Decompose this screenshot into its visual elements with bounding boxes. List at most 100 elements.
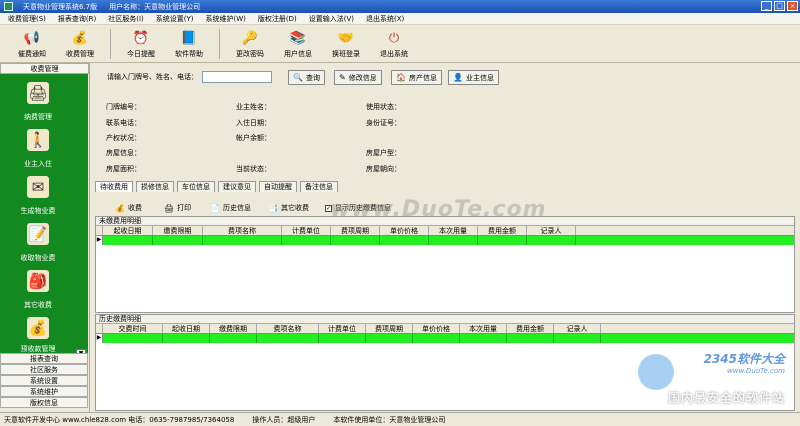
toolbar-separator: [110, 29, 111, 59]
col-period[interactable]: 费项周期: [331, 226, 380, 235]
sidebar-header[interactable]: 收费管理: [0, 63, 89, 74]
info-checkin-date-label: 入住日期：: [236, 119, 271, 127]
cell: [257, 334, 319, 343]
toolbar-change-password-button[interactable]: 🔑 更改密码: [226, 29, 274, 59]
col-price[interactable]: 单价价格: [380, 226, 429, 235]
sidebar-item-collect-fee[interactable]: 📝 收取物业费: [0, 223, 76, 263]
col-pay-time[interactable]: 交费时间: [103, 324, 163, 333]
col-period[interactable]: 费项周期: [366, 324, 413, 333]
tab-repair-info[interactable]: 损修信息: [136, 181, 174, 192]
info-current-status-label: 当前状态：: [236, 165, 271, 173]
menu-exit[interactable]: 退出系统(X): [366, 14, 404, 24]
history-grid-header: 交费时间 起收日期 缴费限期 费项名称 计费单位 费项周期 单价价格 本次用量 …: [96, 324, 794, 334]
search-input[interactable]: [202, 71, 272, 83]
sidebar-item-prepayment[interactable]: 💰 预收款管理: [0, 317, 76, 354]
toolbar-fee-management-button[interactable]: 💰 收费管理: [56, 29, 104, 59]
property-info-button-label: 房产信息: [408, 73, 437, 82]
toolbar-label: 用户信息: [284, 50, 312, 58]
sidebar-item-owner-checkin[interactable]: 🚶 业主入住: [0, 129, 76, 169]
toolbar-exit-button[interactable]: ⏻ 退出系统: [370, 29, 418, 59]
query-button[interactable]: 🔍 查询: [288, 70, 325, 85]
tab-notes[interactable]: 备注信息: [300, 181, 338, 192]
col-price[interactable]: 单价价格: [413, 324, 460, 333]
table-row[interactable]: ▶: [96, 236, 794, 245]
minimize-button[interactable]: _: [761, 1, 772, 11]
col-amount[interactable]: 费用金额: [507, 324, 554, 333]
info-id-number-label: 身份证号：: [366, 119, 401, 127]
watermark-logo: [638, 354, 674, 390]
col-usage[interactable]: 本次用量: [460, 324, 507, 333]
sidebar-tab-report-query[interactable]: 报表查询: [0, 353, 88, 364]
col-fee-name[interactable]: 费项名称: [257, 324, 319, 333]
watermark-slogan: 国内最安全的软件站: [668, 391, 786, 405]
toolbar-today-reminder-button[interactable]: ⏰ 今日提醒: [117, 29, 165, 59]
sidebar-tab-system-maintenance[interactable]: 系统维护: [0, 386, 88, 397]
sidebar-item-pay-management[interactable]: 🖨 纳费管理: [0, 82, 76, 122]
tab-pending-fees[interactable]: 待收费用: [95, 181, 133, 192]
menu-copyright-register[interactable]: 版权注册(D): [258, 14, 297, 24]
col-recorder[interactable]: 记录人: [527, 226, 576, 235]
other-fee-icon: 📑: [268, 203, 278, 213]
menu-input-method[interactable]: 设置输入法(V): [309, 14, 354, 24]
col-unit[interactable]: 计费单位: [319, 324, 366, 333]
toolbar: 📢 催费通知 💰 收费管理 ⏰ 今日提醒 📘 软件帮助 🔑 更改密码 📚 用户信…: [0, 25, 800, 63]
col-recorder[interactable]: 记录人: [554, 324, 601, 333]
collect-action-label: 收费: [127, 204, 142, 212]
search-label: 请输入门牌号、姓名、电话：: [107, 73, 198, 81]
cell: [103, 236, 153, 245]
collect-icon: 💰: [115, 203, 125, 213]
col-start-date[interactable]: 起收日期: [163, 324, 210, 333]
col-usage[interactable]: 本次用量: [429, 226, 478, 235]
table-row[interactable]: ▶: [96, 334, 794, 343]
menu-community-service[interactable]: 社区服务(I): [108, 14, 144, 24]
info-door-number-label: 门牌编号：: [106, 103, 141, 111]
collect-action[interactable]: 💰 收费: [115, 203, 142, 213]
sidebar-tab-system-settings[interactable]: 系统设置: [0, 375, 88, 386]
owner-info-button[interactable]: 👤 业主信息: [448, 70, 499, 85]
alarm-clock-icon: ⏰: [132, 30, 150, 46]
unpaid-section-title: 未缴费用明细: [96, 217, 794, 226]
sidebar-item-label: 生成物业费: [20, 207, 56, 215]
col-fee-name[interactable]: 费项名称: [203, 226, 282, 235]
other-fee-action[interactable]: 📑 其它收费: [268, 203, 309, 213]
property-info-button[interactable]: 🏠 房产信息: [391, 70, 442, 85]
toolbar-dunning-notice-button[interactable]: 📢 催费通知: [8, 29, 56, 59]
menu-system-settings[interactable]: 系统设置(Y): [156, 14, 194, 24]
menu-system-maintenance[interactable]: 系统维护(W): [206, 14, 246, 24]
window-title: 天意物业管理系统6.7版: [23, 2, 98, 11]
cell: [527, 236, 576, 245]
cell: [478, 236, 527, 245]
sidebar-item-other-fee[interactable]: 🎒 其它收费: [0, 270, 76, 310]
toolbar-label: 更改密码: [236, 50, 264, 58]
print-action[interactable]: 🖨 打印: [164, 203, 191, 213]
col-due-date[interactable]: 缴费限期: [210, 324, 257, 333]
toolbar-help-button[interactable]: 📘 软件帮助: [165, 29, 213, 59]
col-unit[interactable]: 计费单位: [282, 226, 331, 235]
info-owner-name-label: 业主姓名：: [236, 103, 271, 111]
history-info-action[interactable]: 📄 历史信息: [210, 203, 251, 213]
cell: [554, 334, 601, 343]
owner-checkin-icon: 🚶: [27, 129, 49, 151]
tab-auto-reminder[interactable]: 自动提醒: [259, 181, 297, 192]
menu-fee-management[interactable]: 收费管理(S): [8, 14, 46, 24]
maximize-button[interactable]: □: [774, 1, 785, 11]
edit-info-button[interactable]: ✎ 修改信息: [334, 70, 382, 85]
tab-suggestions[interactable]: 建议意见: [218, 181, 256, 192]
info-house-info-label: 房屋信息：: [106, 149, 141, 157]
menu-report-query[interactable]: 报表查询(R): [58, 14, 96, 24]
sidebar-tab-community-service[interactable]: 社区服务: [0, 364, 88, 375]
tab-parking-info[interactable]: 车位信息: [177, 181, 215, 192]
col-start-date[interactable]: 起收日期: [103, 226, 153, 235]
grid-header-indicator: [96, 324, 103, 333]
toolbar-switch-shift-button[interactable]: 🤝 换班登录: [322, 29, 370, 59]
close-button[interactable]: ×: [787, 1, 798, 11]
cell: [507, 334, 554, 343]
toolbar-user-info-button[interactable]: 📚 用户信息: [274, 29, 322, 59]
books-icon: 📚: [289, 30, 307, 46]
search-row: 请输入门牌号、姓名、电话：: [107, 71, 272, 83]
col-due-date[interactable]: 缴费限期: [153, 226, 203, 235]
toolbar-separator: [219, 29, 220, 59]
col-amount[interactable]: 费用金额: [478, 226, 527, 235]
sidebar-tab-copyright-info[interactable]: 版权信息: [0, 397, 88, 408]
sidebar-item-generate-fee[interactable]: ✉ 生成物业费: [0, 176, 76, 216]
